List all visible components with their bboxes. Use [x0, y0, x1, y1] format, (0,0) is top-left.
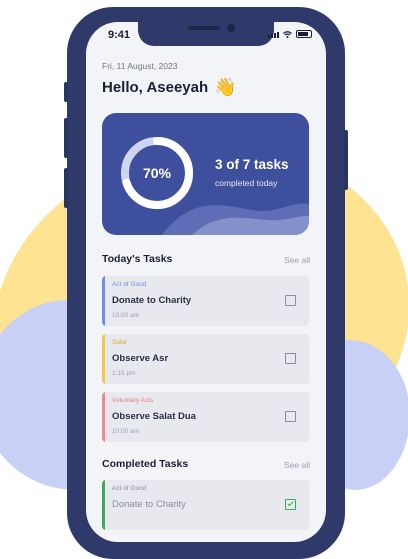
task-category-bar	[102, 276, 105, 326]
task-time: 1:15 pm	[112, 370, 136, 377]
todays-tasks-see-all-link[interactable]: See all	[284, 255, 310, 265]
task-category: Voluntary Acts	[112, 397, 154, 404]
phone-side-button	[64, 168, 68, 208]
daily-progress-card[interactable]: 70% 3 of 7 tasks completed today	[102, 113, 309, 235]
app-screen: 9:41 Fri, 11 August, 2023 Hello, Aseeyah…	[86, 22, 326, 542]
task-category: Salat	[112, 339, 127, 346]
status-icons	[268, 30, 312, 38]
greeting-heading: Hello, Aseeyah 👋	[102, 78, 237, 96]
task-title: Donate to Charity	[112, 499, 186, 510]
phone-side-button	[64, 118, 68, 158]
task-category-bar	[102, 334, 105, 384]
task-checkbox[interactable]	[285, 295, 296, 306]
completed-tasks-see-all-link[interactable]: See all	[284, 460, 310, 470]
task-checkbox[interactable]	[285, 353, 296, 364]
task-time: 10:00 am	[112, 312, 140, 319]
signal-icon	[268, 32, 279, 38]
todays-tasks-title: Today's Tasks	[102, 253, 173, 265]
current-date: Fri, 11 August, 2023	[102, 61, 178, 71]
tasks-completed-subtitle: completed today	[215, 178, 278, 188]
waving-hand-icon: 👋	[214, 77, 237, 97]
wifi-icon	[283, 31, 292, 38]
task-category-bar	[102, 480, 105, 530]
completed-tasks-title: Completed Tasks	[102, 458, 189, 470]
task-category: Act of Good	[112, 281, 147, 288]
task-category-bar	[102, 392, 105, 442]
task-card[interactable]: Voluntary Acts Observe Salat Dua 10:00 a…	[102, 392, 309, 442]
task-checkbox[interactable]	[285, 411, 296, 422]
status-time: 9:41	[108, 29, 131, 41]
task-time: 10:00 am	[112, 428, 140, 435]
task-card[interactable]: Act of Good Donate to Charity 10:00 am	[102, 276, 309, 326]
phone-notch	[138, 22, 274, 46]
task-checkbox-checked[interactable]	[285, 499, 296, 510]
task-title: Donate to Charity	[112, 295, 192, 306]
phone-side-button	[64, 82, 68, 102]
greeting-text: Hello, Aseeyah	[102, 78, 209, 96]
battery-icon	[296, 30, 312, 38]
completed-task-card[interactable]: Act of Good Donate to Charity	[102, 480, 309, 530]
task-card[interactable]: Salat Observe Asr 1:15 pm	[102, 334, 309, 384]
phone-power-button	[344, 130, 348, 190]
task-title: Observe Asr	[112, 353, 169, 364]
task-category: Act of Good	[112, 485, 147, 492]
tasks-completed-count: 3 of 7 tasks	[215, 157, 289, 172]
progress-percent: 70%	[142, 165, 172, 181]
task-title: Observe Salat Dua	[112, 411, 196, 422]
